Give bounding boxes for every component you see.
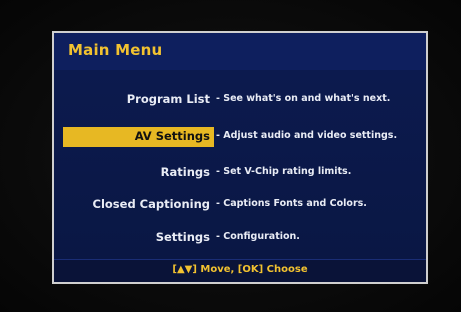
menu-item-label: Settings [155,230,210,244]
tv-screen: Main Menu Program List - See what's on a… [0,0,461,312]
menu-item-description: - Set V-Chip rating limits. [216,166,352,177]
menu-item-closed-captioning[interactable]: Closed Captioning - Captions Fonts and C… [54,195,426,215]
menu-item-program-list[interactable]: Program List - See what's on and what's … [54,90,426,110]
menu-list: Program List - See what's on and what's … [54,70,426,260]
menu-item-label: Program List [126,92,210,106]
menu-footer: [▲▼] Move, [OK] Choose [54,259,426,282]
menu-item-description: - Adjust audio and video settings. [216,130,398,141]
menu-item-av-settings[interactable]: AV Settings - Adjust audio and video set… [54,127,426,147]
menu-item-ratings[interactable]: Ratings - Set V-Chip rating limits. [54,163,426,183]
menu-item-description: - Configuration. [216,231,300,242]
menu-item-description: - Captions Fonts and Colors. [216,198,367,209]
menu-title: Main Menu [68,41,163,59]
menu-item-label: AV Settings [134,129,210,143]
menu-header: Main Menu [54,33,426,71]
menu-item-settings[interactable]: Settings - Configuration. [54,228,426,248]
main-menu-window: Main Menu Program List - See what's on a… [52,31,428,284]
menu-item-label: Closed Captioning [92,197,210,211]
menu-item-description: - See what's on and what's next. [216,93,391,104]
menu-item-label: Ratings [160,165,210,179]
navigation-hint: [▲▼] Move, [OK] Choose [172,264,308,275]
